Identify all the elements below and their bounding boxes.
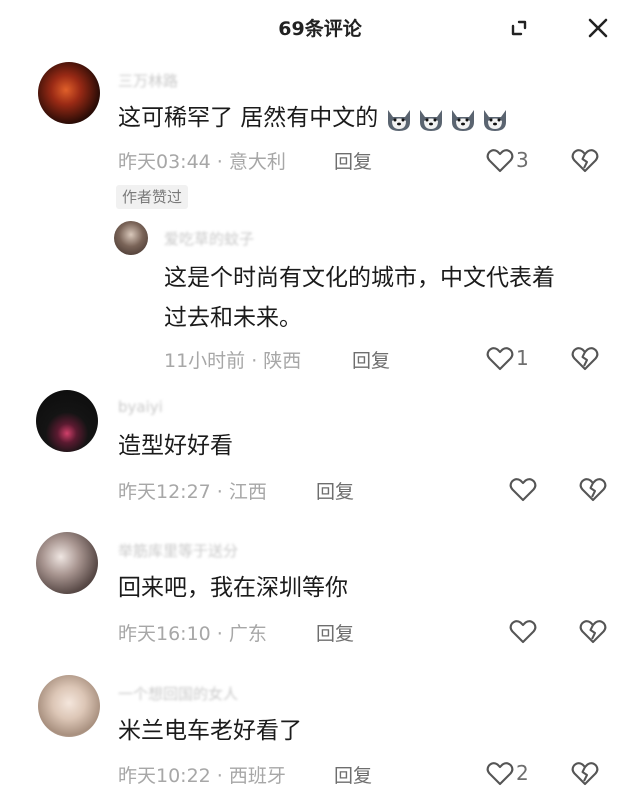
like-count: 2 — [516, 761, 529, 785]
avatar[interactable] — [114, 221, 148, 255]
comments-header: 69条评论 — [0, 0, 640, 58]
comment-username[interactable]: 举筋库里等于送分 — [118, 540, 238, 561]
heart-icon[interactable] — [485, 343, 515, 373]
broken-heart-icon[interactable] — [570, 343, 600, 373]
reply-button[interactable]: 回复 — [334, 761, 372, 788]
reply-button[interactable]: 回复 — [316, 477, 354, 504]
comment-text-content: 这可稀罕了 居然有中文的 — [118, 105, 379, 131]
comment-time-location: 11小时前 · 陕西 — [164, 350, 302, 372]
avatar[interactable] — [36, 532, 98, 594]
reply-button[interactable]: 回复 — [352, 346, 390, 373]
close-icon[interactable] — [584, 14, 612, 42]
broken-heart-icon[interactable] — [578, 616, 608, 646]
comment-time-location: 昨天03:44 · 意大利 — [118, 151, 286, 173]
avatar[interactable] — [38, 62, 100, 124]
comment-username[interactable]: byaiyi — [118, 398, 163, 416]
broken-heart-icon[interactable] — [578, 474, 608, 504]
comment-time-location: 昨天12:27 · 江西 — [118, 481, 267, 503]
comment-text-line-2: 过去和未来。 — [164, 305, 302, 331]
husky-emoji-icon — [416, 104, 446, 134]
comment-username[interactable]: 爱吃草的蚊子 — [164, 228, 254, 249]
heart-icon[interactable] — [485, 758, 515, 788]
comment-text: 米兰电车老好看了 — [118, 718, 302, 744]
comment-username[interactable]: 一个想回国的女人 — [118, 683, 238, 704]
author-liked-badge: 作者赞过 — [116, 185, 189, 209]
heart-icon[interactable] — [485, 145, 515, 175]
reply-button[interactable]: 回复 — [334, 147, 372, 174]
comment-text-line-1: 这是个时尚有文化的城市，中文代表着 — [164, 265, 555, 291]
reply-button[interactable]: 回复 — [316, 619, 354, 646]
husky-emoji-icon — [480, 104, 510, 134]
comments-title: 69条评论 — [278, 18, 362, 40]
husky-emoji-icon — [448, 104, 478, 134]
broken-heart-icon[interactable] — [570, 758, 600, 788]
comment-username[interactable]: 三万林路 — [118, 70, 178, 91]
broken-heart-icon[interactable] — [570, 145, 600, 175]
husky-emoji-icon — [384, 104, 414, 134]
expand-icon[interactable] — [505, 14, 533, 42]
comment-text: 这可稀罕了 居然有中文的 — [118, 98, 510, 138]
emoji-row — [384, 104, 510, 134]
like-count: 3 — [516, 148, 529, 172]
like-count: 1 — [516, 346, 529, 370]
comment-text: 回来吧，我在深圳等你 — [118, 575, 348, 601]
heart-icon[interactable] — [508, 616, 538, 646]
comment-text: 造型好好看 — [118, 433, 233, 459]
avatar[interactable] — [38, 675, 100, 737]
avatar[interactable] — [36, 390, 98, 452]
comment-time-location: 昨天16:10 · 广东 — [118, 623, 267, 645]
comment-time-location: 昨天10:22 · 西班牙 — [118, 765, 286, 787]
heart-icon[interactable] — [508, 474, 538, 504]
